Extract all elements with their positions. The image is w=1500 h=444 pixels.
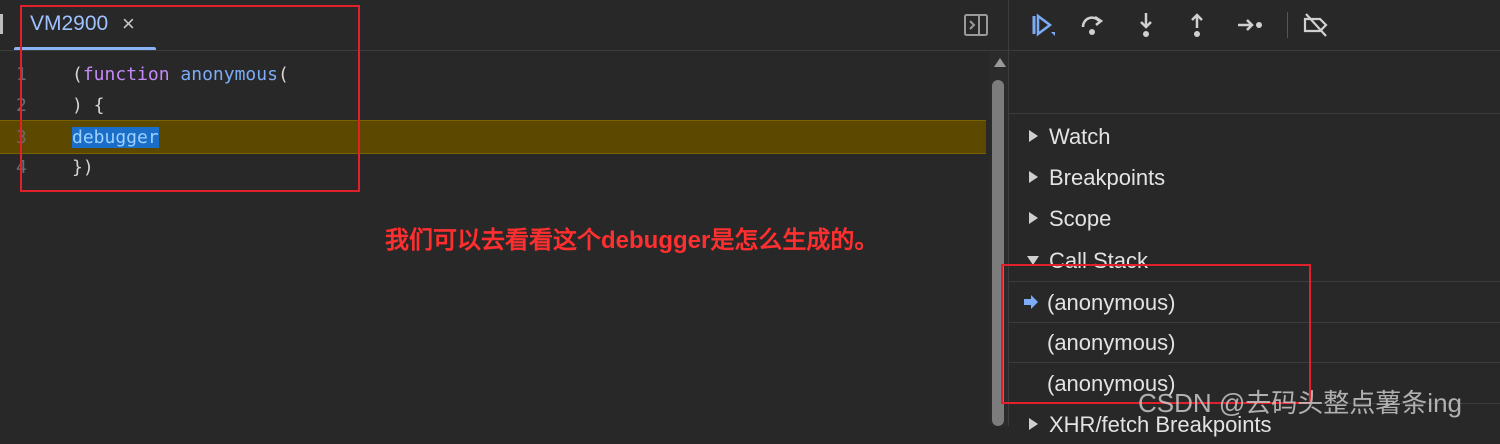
section-breakpoints[interactable]: Breakpoints bbox=[1009, 157, 1500, 197]
expand-triangle-icon bbox=[1029, 418, 1038, 430]
section-scope[interactable]: Scope bbox=[1009, 198, 1500, 238]
expand-triangle-icon bbox=[1029, 130, 1038, 142]
deactivate-breakpoints-icon[interactable] bbox=[1301, 10, 1331, 40]
scroll-up-arrow-icon[interactable] bbox=[994, 58, 1006, 67]
toggle-debugger-sidebar-icon[interactable] bbox=[962, 11, 990, 39]
step-into-icon[interactable] bbox=[1131, 10, 1161, 40]
section-label: Breakpoints bbox=[1049, 165, 1166, 190]
annotation-highlight-box bbox=[20, 5, 360, 192]
expand-triangle-icon bbox=[1029, 212, 1038, 224]
debugger-toolbar bbox=[1009, 0, 1500, 51]
watermark: CSDN @去码头整点薯条ing bbox=[1138, 388, 1462, 418]
toolbar-separator bbox=[1287, 12, 1288, 38]
section-label: Watch bbox=[1049, 124, 1111, 149]
expand-triangle-icon bbox=[1029, 171, 1038, 183]
step-over-icon[interactable] bbox=[1077, 10, 1107, 40]
section-label: Scope bbox=[1049, 206, 1112, 231]
resume-icon[interactable] bbox=[1027, 10, 1057, 40]
section-watch[interactable]: Watch bbox=[1009, 116, 1500, 156]
step-out-icon[interactable] bbox=[1182, 10, 1212, 40]
annotation-text: 我们可以去看看这个debugger是怎么生成的。 bbox=[385, 227, 879, 254]
navigator-edge[interactable] bbox=[0, 14, 3, 34]
sidebar-empty-area bbox=[1009, 51, 1500, 114]
step-icon[interactable] bbox=[1235, 10, 1265, 40]
